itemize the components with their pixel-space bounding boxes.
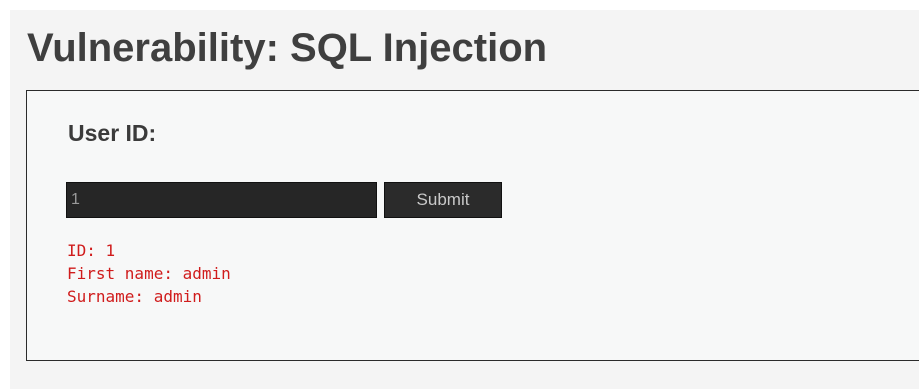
- user-id-label: User ID:: [68, 120, 157, 146]
- page-container: Vulnerability: SQL Injection User ID: Su…: [10, 10, 919, 389]
- result-surname-line: Surname: admin: [67, 287, 202, 306]
- page-title: Vulnerability: SQL Injection: [27, 26, 548, 70]
- result-first-name-line: First name: admin: [67, 264, 231, 283]
- query-result: ID: 1 First name: admin Surname: admin: [67, 239, 231, 308]
- result-id-line: ID: 1: [67, 241, 116, 260]
- user-id-input[interactable]: [66, 182, 377, 218]
- submit-button[interactable]: Submit: [384, 182, 502, 218]
- vulnerability-box: User ID: Submit ID: 1 First name: admin Su…: [26, 90, 919, 361]
